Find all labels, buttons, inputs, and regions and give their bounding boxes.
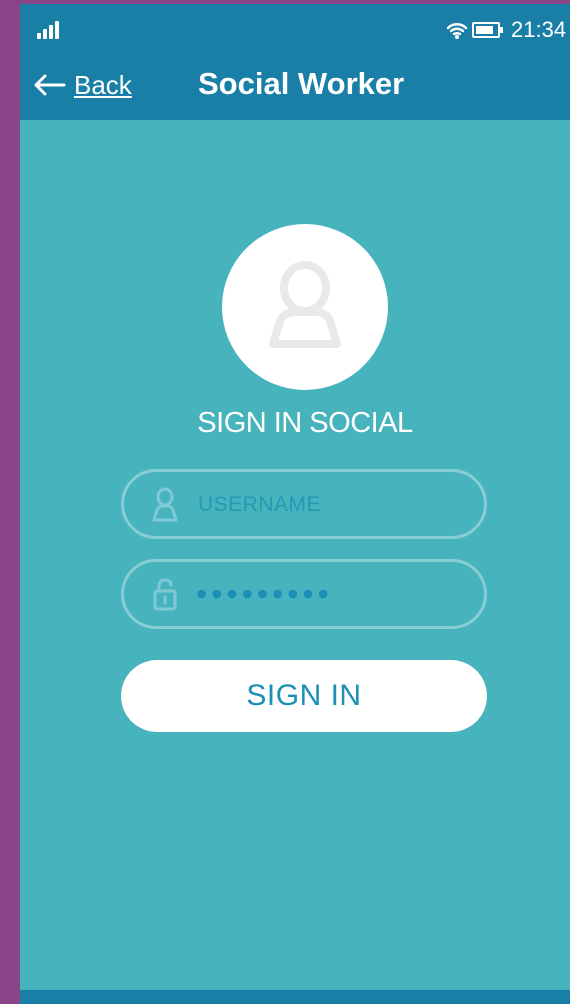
password-input[interactable]: ••••••••• (121, 559, 487, 629)
sign-in-title: SIGN IN SOCIAL (197, 407, 413, 439)
bottom-bar (20, 990, 570, 1004)
back-link-label: Back (74, 70, 132, 100)
status-time: 21:34 (511, 17, 567, 42)
sign-in-button[interactable]: SIGN IN (121, 660, 487, 732)
username-placeholder: USERNAME (198, 493, 322, 516)
back-arrow-icon (34, 74, 66, 96)
user-avatar-icon (269, 261, 341, 348)
wifi-icon (446, 23, 468, 39)
profile-avatar (222, 224, 388, 390)
back-button[interactable]: Back (32, 68, 132, 102)
app-header: 21:34 Back Social Worker (20, 4, 570, 120)
signal-icon (37, 21, 61, 39)
navigation-row: Back Social Worker (20, 58, 570, 114)
app-screen: 21:34 Back Social Worker SIGN IN SOCIAL … (20, 0, 570, 1004)
user-icon (152, 487, 178, 522)
status-bar: 21:34 (20, 4, 570, 50)
password-masked-value: ••••••••• (196, 576, 333, 612)
header-title: Social Worker (198, 66, 405, 101)
lock-icon (153, 578, 177, 611)
battery-icon (472, 22, 503, 38)
username-input[interactable]: USERNAME (121, 469, 487, 539)
